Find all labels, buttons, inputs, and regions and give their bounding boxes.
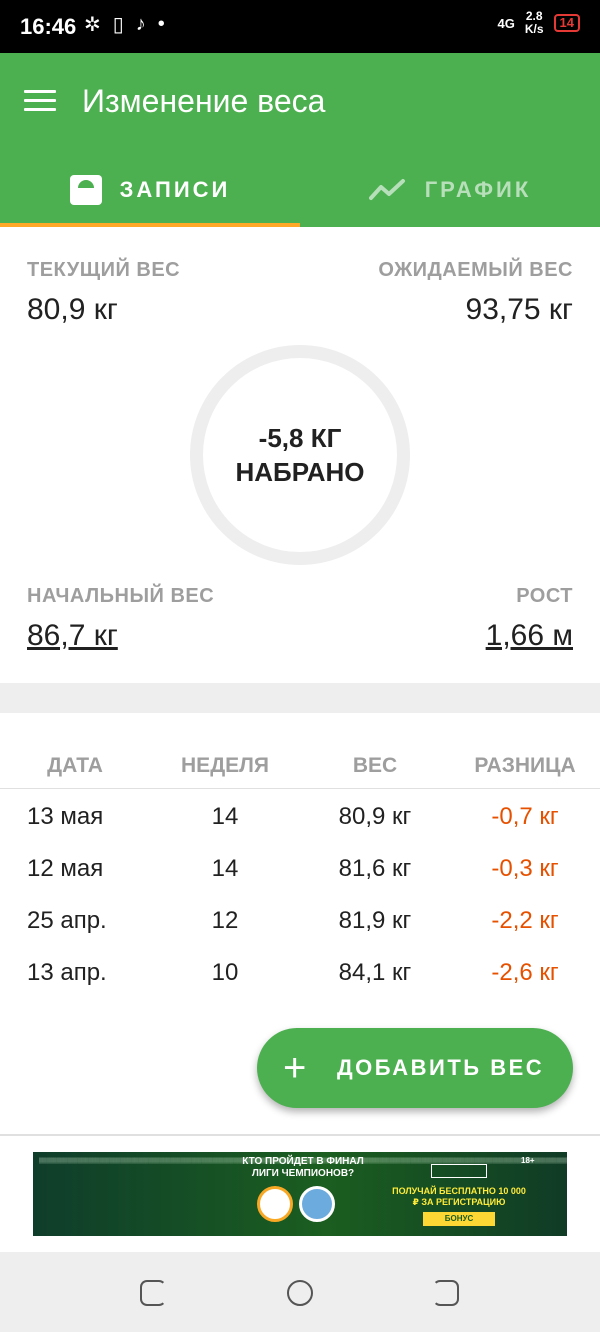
tab-records-label: ЗАПИСИ bbox=[119, 177, 231, 202]
height-label: РОСТ bbox=[516, 585, 573, 607]
column-date: ДАТА bbox=[47, 754, 103, 777]
row-week: 12 bbox=[211, 907, 239, 934]
status-right: 4G 2.8 K/s 14 bbox=[497, 9, 580, 36]
table-row[interactable]: 13 апр. 10 84,1 кг -2,6 кг bbox=[0, 947, 600, 999]
status-bar: 16:46 ✲ ▯ ♪ • 4G 2.8 K/s 14 bbox=[0, 0, 600, 53]
weight-change-value: -5,8 КГ bbox=[258, 423, 342, 453]
ad-separator bbox=[0, 1134, 600, 1136]
row-weight: 81,9 кг bbox=[338, 907, 412, 934]
back-icon[interactable] bbox=[433, 1280, 459, 1306]
row-date: 12 мая bbox=[27, 855, 104, 882]
start-weight-value[interactable]: 86,7 кг bbox=[27, 619, 118, 653]
table-header: ДАТА НЕДЕЛЯ ВЕС РАЗНИЦА bbox=[0, 713, 600, 789]
network-speed: 2.8 K/s bbox=[524, 9, 544, 36]
section-divider bbox=[0, 683, 600, 713]
home-icon[interactable] bbox=[287, 1280, 313, 1306]
battery-icon: 14 bbox=[553, 14, 580, 32]
tab-chart-label: ГРАФИК bbox=[424, 177, 532, 202]
tab-chart[interactable]: ГРАФИК bbox=[300, 153, 600, 227]
ad-banner[interactable]: ▒▒▒▒▒▒▒▒▒▒▒▒▒▒▒▒▒▒▒▒▒▒▒▒▒▒▒▒▒▒▒▒▒▒▒▒▒▒▒▒… bbox=[33, 1152, 567, 1236]
plus-icon: + bbox=[283, 1046, 307, 1090]
system-nav-bar bbox=[0, 1252, 600, 1332]
page-title: Изменение веса bbox=[82, 83, 326, 119]
weight-log-table: ДАТА НЕДЕЛЯ ВЕС РАЗНИЦА 13 мая 14 80,9 к… bbox=[0, 713, 600, 999]
row-date: 13 мая bbox=[27, 803, 104, 830]
weight-summary: ТЕКУЩИЙ ВЕС 80,9 кг ОЖИДАЕМЫЙ ВЕС 93,75 … bbox=[0, 227, 600, 683]
height-value[interactable]: 1,66 м bbox=[486, 619, 573, 653]
add-weight-button[interactable]: + ДОБАВИТЬ ВЕС bbox=[257, 1028, 573, 1108]
column-difference: РАЗНИЦА bbox=[474, 754, 576, 777]
add-weight-label: ДОБАВИТЬ ВЕС bbox=[337, 1055, 545, 1080]
more-notifications-icon: • bbox=[157, 13, 165, 35]
column-week: НЕДЕЛЯ bbox=[181, 754, 269, 777]
ad-headline: КТО ПРОЙДЕТ В ФИНАЛ ЛИГИ ЧЕМПИОНОВ? bbox=[242, 1156, 364, 1179]
row-weight: 81,6 кг bbox=[338, 855, 412, 882]
ad-age-rating: 18+ bbox=[521, 1156, 535, 1165]
row-weight: 84,1 кг bbox=[338, 959, 412, 986]
chart-line-icon bbox=[368, 179, 405, 200]
row-date: 25 апр. bbox=[27, 907, 107, 934]
table-row[interactable]: 13 мая 14 80,9 кг -0,7 кг bbox=[0, 791, 600, 843]
start-weight-label: НАЧАЛЬНЫЙ ВЕС bbox=[27, 585, 215, 607]
expected-weight-label: ОЖИДАЕМЫЙ ВЕС bbox=[378, 259, 573, 281]
column-weight: ВЕС bbox=[352, 754, 398, 777]
table-row[interactable]: 25 апр. 12 81,9 кг -2,2 кг bbox=[0, 895, 600, 947]
row-week: 10 bbox=[211, 959, 239, 986]
status-time: 16:46 bbox=[20, 14, 77, 39]
row-week: 14 bbox=[211, 803, 239, 830]
scale-icon bbox=[69, 175, 102, 205]
current-weight-value: 80,9 кг bbox=[27, 293, 118, 326]
tiktok-icon: ♪ bbox=[135, 13, 146, 35]
app-bar: Изменение веса ЗАПИСИ ГРАФИК bbox=[0, 53, 600, 227]
row-difference: -0,3 кг bbox=[491, 855, 559, 882]
weight-change-ring: -5,8 КГ НАБРАНО bbox=[190, 345, 410, 565]
battery-saver-icon: ▯ bbox=[112, 14, 124, 36]
row-week: 14 bbox=[211, 855, 239, 882]
manchester-city-logo bbox=[299, 1186, 335, 1222]
ad-bonus-button[interactable]: БОНУС bbox=[423, 1212, 495, 1226]
menu-icon[interactable] bbox=[24, 90, 56, 114]
recent-apps-icon[interactable] bbox=[140, 1280, 166, 1306]
weight-change-label: НАБРАНО bbox=[235, 457, 365, 487]
ad-brand-logo bbox=[431, 1164, 487, 1178]
row-date: 13 апр. bbox=[27, 959, 107, 986]
row-difference: -2,2 кг bbox=[491, 907, 559, 934]
settings-notification-icon: ✲ bbox=[84, 14, 101, 36]
signal-icon: 4G bbox=[497, 15, 515, 31]
table-row[interactable]: 12 мая 14 81,6 кг -0,3 кг bbox=[0, 843, 600, 895]
row-difference: -0,7 кг bbox=[491, 803, 559, 830]
real-madrid-logo bbox=[257, 1186, 293, 1222]
ad-fineprint: ▒▒▒▒▒▒▒▒▒▒▒▒▒▒▒▒▒▒▒▒▒▒▒▒▒▒▒▒▒▒▒▒▒▒▒▒▒▒▒▒… bbox=[39, 1158, 567, 1164]
tab-bar: ЗАПИСИ ГРАФИК bbox=[0, 153, 600, 227]
tab-records[interactable]: ЗАПИСИ bbox=[0, 153, 300, 227]
ad-offer: ПОЛУЧАЙ БЕСПЛАТНО 10 000 ₽ ЗА РЕГИСТРАЦИ… bbox=[392, 1186, 526, 1207]
row-difference: -2,6 кг bbox=[491, 959, 559, 986]
expected-weight-value: 93,75 кг bbox=[465, 293, 573, 326]
row-weight: 80,9 кг bbox=[338, 803, 412, 830]
status-notification-icons: ✲ ▯ ♪ • bbox=[84, 12, 165, 37]
current-weight-label: ТЕКУЩИЙ ВЕС bbox=[27, 259, 181, 281]
